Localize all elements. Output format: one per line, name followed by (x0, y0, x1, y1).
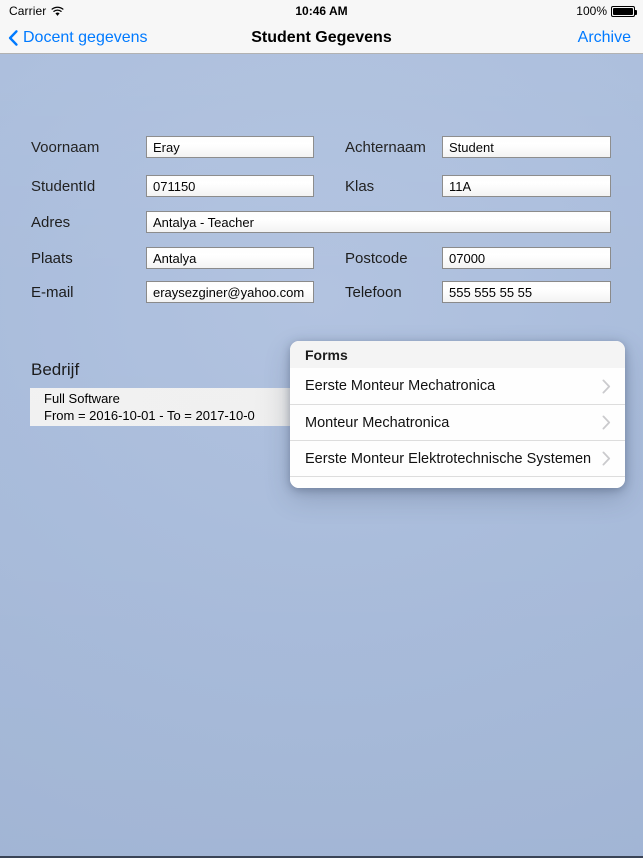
popover-header: Forms (290, 341, 625, 368)
label-adres: Adres (31, 214, 71, 231)
input-achternaam[interactable]: Student (442, 136, 611, 158)
label-telefoon: Telefoon (345, 284, 402, 301)
status-bar-time: 10:46 AM (295, 4, 348, 18)
input-email[interactable]: eraysezginer@yahoo.com (146, 281, 314, 303)
popover-item-eerste-monteur-elektrotechnische-systemen[interactable]: Eerste Monteur Elektrotechnische Systeme… (290, 440, 625, 476)
label-studentid: StudentId (31, 178, 96, 195)
page-title: Student Gegevens (251, 29, 392, 46)
input-voornaam[interactable]: Eray (146, 136, 314, 158)
popover-item-label: Eerste Monteur Elektrotechnische Systeme… (305, 450, 592, 467)
status-bar: Carrier 10:46 AM 100% (0, 0, 643, 23)
label-email: E-mail (31, 284, 74, 301)
forms-popover: Forms Eerste Monteur Mechatronica Monteu… (290, 341, 625, 488)
chevron-right-icon (602, 451, 611, 466)
popover-footer (290, 476, 625, 488)
bedrijf-list-item[interactable]: Full Software From = 2016-10-01 - To = 2… (30, 388, 322, 426)
battery-icon (611, 5, 637, 17)
popover-title: Forms (305, 346, 348, 363)
bedrijf-section-title: Bedrijf (31, 360, 80, 379)
popover-item-label: Monteur Mechatronica (305, 414, 450, 431)
label-postcode: Postcode (345, 250, 408, 267)
battery-percent-label: 100% (576, 4, 607, 18)
label-achternaam: Achternaam (345, 139, 426, 156)
popover-item-monteur-mechatronica[interactable]: Monteur Mechatronica (290, 404, 625, 440)
input-adres[interactable]: Antalya - Teacher (146, 211, 611, 233)
bedrijf-item-title: Full Software (44, 391, 120, 406)
status-bar-right: 100% (576, 4, 637, 18)
input-plaats[interactable]: Antalya (146, 247, 314, 269)
label-voornaam: Voornaam (31, 139, 100, 156)
popover-item-label: Eerste Monteur Mechatronica (305, 378, 496, 394)
bedrijf-item-subtitle: From = 2016-10-01 - To = 2017-10-0 (44, 408, 255, 423)
app-screen: Carrier 10:46 AM 100% Docent gegevens St… (0, 0, 643, 858)
label-plaats: Plaats (31, 250, 73, 267)
chevron-right-icon (602, 379, 611, 394)
input-klas[interactable]: 11A (442, 175, 611, 197)
input-postcode[interactable]: 07000 (442, 247, 611, 269)
input-telefoon[interactable]: 555 555 55 55 (442, 281, 611, 303)
input-studentid[interactable]: 071150 (146, 175, 314, 197)
navigation-bar: Docent gegevens Student Gegevens Archive (0, 22, 643, 54)
label-klas: Klas (345, 178, 375, 195)
archive-button[interactable]: Archive (578, 22, 631, 53)
popover-item-eerste-monteur-mechatronica[interactable]: Eerste Monteur Mechatronica (290, 368, 625, 404)
chevron-right-icon (602, 415, 611, 430)
